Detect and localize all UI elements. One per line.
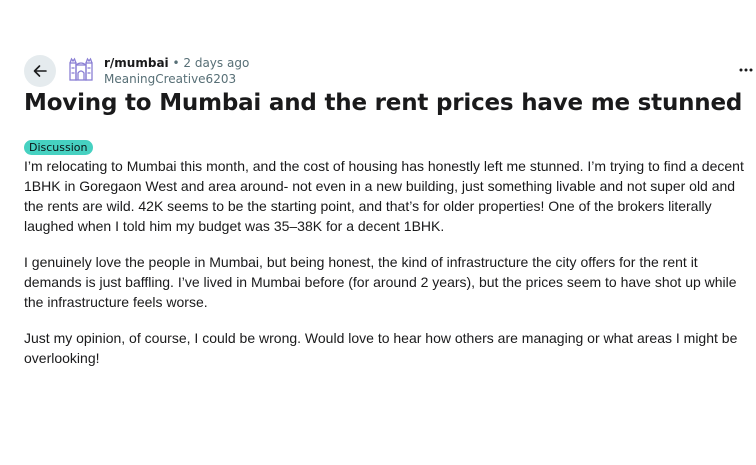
ellipsis-icon <box>739 68 753 72</box>
gateway-of-india-icon <box>69 57 93 81</box>
body-paragraph: I genuinely love the people in Mumbai, b… <box>24 254 737 310</box>
back-button[interactable] <box>24 55 56 87</box>
subreddit-name[interactable]: r/mumbai <box>104 56 169 70</box>
more-options-button[interactable] <box>736 62 756 78</box>
body-paragraph: Just my opinion, of course, I could be w… <box>24 330 738 366</box>
post-meta-line: r/mumbai • 2 days ago <box>104 55 249 71</box>
post-body: I’m relocating to Mumbai this month, and… <box>24 156 744 384</box>
meta-separator: • <box>172 56 180 70</box>
arrow-left-icon <box>33 65 47 77</box>
post-flair[interactable]: Discussion <box>24 140 93 155</box>
subreddit-avatar[interactable] <box>67 55 95 83</box>
body-paragraph: I’m relocating to Mumbai this month, and… <box>24 158 744 234</box>
post-title: Moving to Mumbai and the rent prices hav… <box>24 90 743 116</box>
author-username[interactable]: MeaningCreative6203 <box>104 71 249 87</box>
post-meta: r/mumbai • 2 days ago MeaningCreative620… <box>104 55 249 87</box>
post-timestamp: 2 days ago <box>183 56 250 70</box>
